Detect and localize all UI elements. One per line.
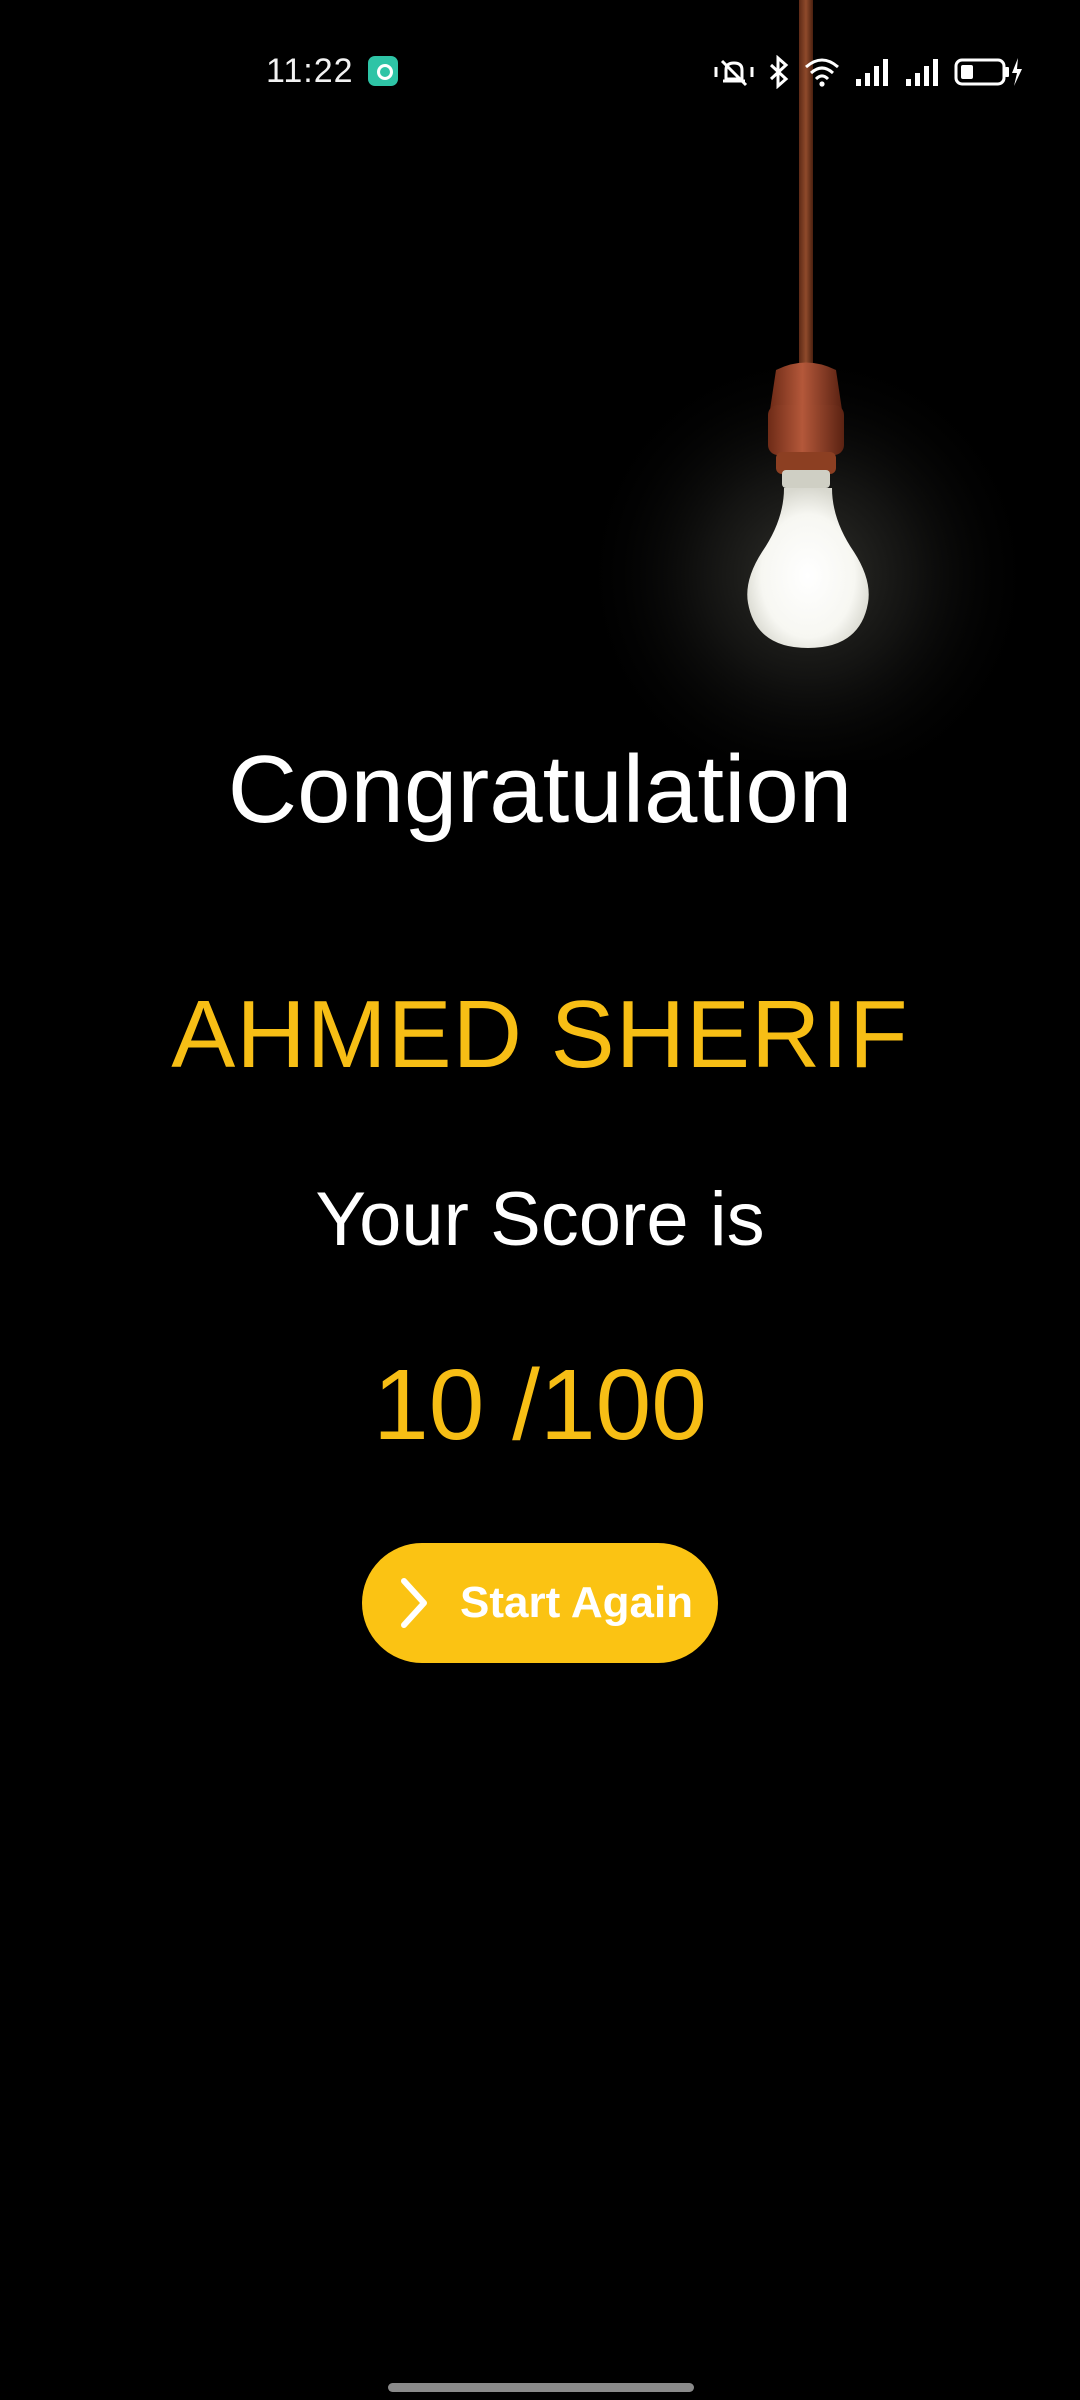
start-again-button[interactable]: Start Again (362, 1543, 718, 1663)
result-panel: Congratulation AHMED SHERIF Your Score i… (0, 0, 1080, 2400)
app-notification-icon (368, 56, 398, 86)
score-value: 10 /100 (373, 1349, 707, 1461)
status-time: 11:22 (266, 52, 354, 90)
battery-charging-icon (954, 56, 1024, 88)
bluetooth-icon (768, 55, 790, 89)
score-label: Your Score is (315, 1177, 765, 1262)
status-bar: 11:22 (0, 0, 1080, 140)
congratulation-title: Congratulation (227, 736, 853, 843)
quiz-result-screen: 11:22 Congratulation AHMED SHERIF Your S… (0, 0, 1080, 2400)
chevron-right-icon (401, 1578, 427, 1628)
start-again-label: Start Again (460, 1578, 694, 1627)
home-indicator[interactable] (388, 2383, 694, 2392)
signal-icon (904, 57, 940, 87)
player-name: AHMED SHERIF (171, 981, 909, 1088)
wifi-icon (804, 57, 840, 87)
mute-vibrate-icon (714, 55, 754, 89)
signal-icon (854, 57, 890, 87)
status-icons (714, 52, 1024, 92)
